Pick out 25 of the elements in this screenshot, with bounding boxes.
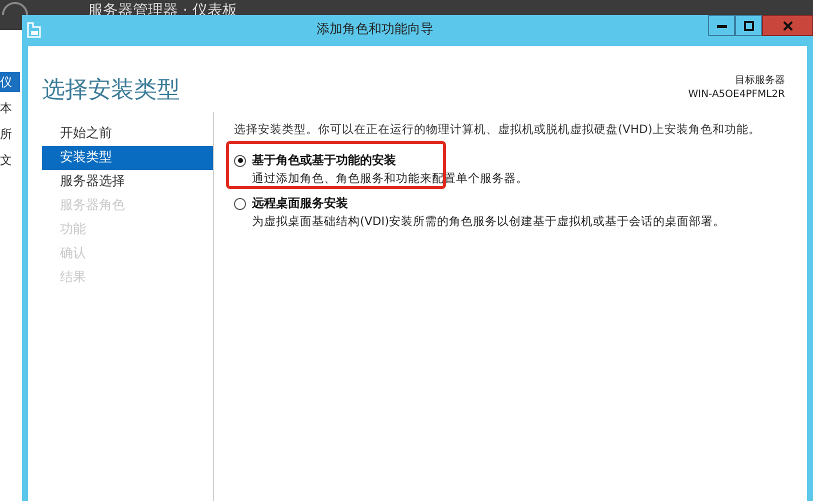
- page-heading: 选择安装类型: [42, 76, 180, 105]
- sidebar-item[interactable]: 文: [0, 150, 14, 170]
- wizard-step[interactable]: 安装类型: [42, 146, 213, 170]
- target-server-name: WIN-A5OE4PFML2R: [688, 88, 785, 102]
- option-label: 基于角色或基于功能的安装: [252, 152, 396, 169]
- close-icon: [782, 20, 792, 30]
- radio-button[interactable]: [234, 154, 246, 166]
- back-icon[interactable]: [2, 1, 28, 15]
- intro-text: 选择安装类型。你可以在正在运行的物理计算机、虚拟机或脱机虚拟硬盘(VHD)上安装角色和功能。: [234, 122, 762, 137]
- wizard-step[interactable]: 开始之前: [42, 122, 213, 146]
- radio-button[interactable]: [234, 198, 246, 210]
- maximize-icon: [744, 20, 754, 30]
- wizard-step[interactable]: 服务器选择: [42, 170, 213, 194]
- minimize-icon: [716, 24, 726, 28]
- wizard-icon: [26, 22, 42, 38]
- close-button[interactable]: [762, 15, 813, 36]
- minimize-button[interactable]: [708, 15, 735, 36]
- option-label: 远程桌面服务安装: [252, 195, 348, 212]
- sidebar-item[interactable]: 仪: [0, 72, 20, 92]
- sidebar-item[interactable]: 所: [0, 124, 14, 144]
- sidebar-item[interactable]: 本: [0, 98, 14, 118]
- option-description: 为虚拟桌面基础结构(VDI)安装所需的角色服务以创建基于虚拟机或基于会话的桌面部署。: [251, 214, 726, 229]
- maximize-button[interactable]: [735, 15, 762, 36]
- window-title: 添加角色和功能向导: [316, 21, 434, 39]
- target-server-label: 目标服务器: [734, 74, 785, 88]
